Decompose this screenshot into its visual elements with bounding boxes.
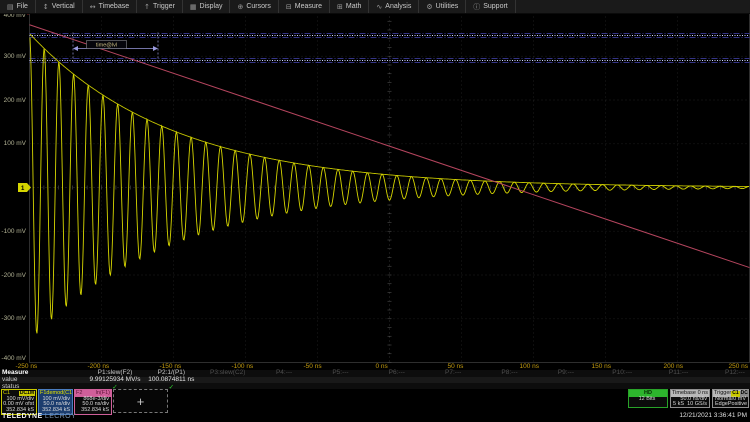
menu-label: Analysis	[385, 3, 411, 10]
menu-label: Utilities	[436, 3, 459, 10]
ylabel--300mv: -300 mV	[0, 315, 26, 322]
ylabel--100mv: -100 mV	[0, 228, 26, 235]
menu-math[interactable]: ⊞Math	[330, 0, 369, 13]
waveform-display: time@lvl1	[0, 0, 750, 422]
menu-label: Vertical	[52, 3, 75, 10]
xlabel-150ns: 150 ns	[592, 363, 612, 370]
channel-c1-descriptor[interactable]: C1 DC1M 100 mV/div 0.00 mV ofst 352.834 …	[1, 389, 37, 415]
menu-bar: ▤File↕Vertical↔Timebase↑Trigger▦Display⊕…	[0, 0, 750, 14]
hd-bits: 12 Bits	[629, 397, 667, 403]
menu-analysis[interactable]: ∿Analysis	[369, 0, 419, 13]
f2-label: F2	[76, 390, 82, 397]
menu-label: Math	[346, 3, 362, 10]
xlabel--50ns: -50 ns	[304, 363, 322, 370]
menu-label: Display	[200, 3, 223, 10]
xlabel-0ns: 0 ns	[376, 363, 388, 370]
add-trace-button[interactable]: +	[113, 389, 168, 413]
measure-arrowhead-right	[153, 46, 158, 51]
menu-display[interactable]: ▦Display	[183, 0, 231, 13]
datetime-display: 12/21/2021 3:36:41 PM	[679, 412, 747, 419]
measure-annotation-label: time@lvl	[96, 43, 117, 49]
menu-label: Support	[483, 3, 508, 10]
utilities-icon: ⚙	[426, 3, 432, 11]
measure-icon: ⊟	[286, 3, 292, 11]
menu-cursors[interactable]: ⊕Cursors	[230, 0, 278, 13]
oscilloscope-screen: { "menu": { "items": [ {"icon": "file-ic…	[0, 0, 750, 422]
math-f1-descriptor[interactable]: F1 demod(C1) 100 mV/div 50.0 ns/div 352.…	[38, 389, 73, 415]
menu-label: Timebase	[99, 3, 129, 10]
vertical-icon: ↕	[43, 3, 49, 11]
menu-vertical[interactable]: ↕Vertical	[36, 0, 83, 13]
cursors-icon: ⊕	[237, 3, 243, 11]
math-icon: ⊞	[337, 3, 343, 11]
teledyne-lecroy-logo: TELEDYNE LECROY	[2, 413, 76, 420]
menu-label: Trigger	[153, 3, 175, 10]
plus-icon: +	[137, 394, 145, 409]
display-icon: ▦	[190, 3, 197, 11]
timebase-icon: ↔	[90, 3, 96, 11]
hd-mode-descriptor[interactable]: HD 12 Bits	[628, 389, 668, 408]
analysis-icon: ∿	[376, 3, 382, 11]
timebase-samples: 5 kS	[673, 402, 684, 408]
menu-label: Cursors	[246, 3, 271, 10]
c1-zero-marker	[18, 183, 31, 192]
ylabel-200mv: 200 mV	[0, 97, 26, 104]
menu-support[interactable]: ⓘSupport	[466, 0, 516, 13]
trigger-descriptor[interactable]: Trigger C1DC Normal 0 mV Edge Positive	[712, 389, 749, 408]
ylabel--200mv: -200 mV	[0, 272, 26, 279]
trigger-icon: ↑	[144, 3, 150, 11]
xlabel-100ns: 100 ns	[520, 363, 540, 370]
support-icon: ⓘ	[473, 2, 480, 12]
menu-measure[interactable]: ⊟Measure	[279, 0, 330, 13]
trigger-slope: Positive	[728, 402, 747, 408]
timebase-descriptor[interactable]: Timebase 0 ns 50.0 ns/div 5 kS 10 GS/s	[670, 389, 710, 408]
menu-timebase[interactable]: ↔Timebase	[83, 0, 137, 13]
menu-utilities[interactable]: ⚙ Utilities	[419, 0, 466, 13]
timebase-rate: 10 GS/s	[687, 402, 707, 408]
math-f2-descriptor[interactable]: F2 ln(F1) 868e-3/div 50.0 ns/div 352.834…	[74, 389, 112, 415]
menu-trigger[interactable]: ↑Trigger	[137, 0, 183, 13]
f2-samples: 352.834 kS	[75, 408, 111, 414]
ylabel-300mv: 300 mV	[0, 53, 26, 60]
measure-arrowhead-left	[73, 46, 78, 51]
menu-label: Measure	[295, 3, 322, 10]
menu-file[interactable]: ▤File	[0, 0, 36, 13]
ylabel-100mv: 100 mV	[0, 140, 26, 147]
ylabel--400mv: -400 mV	[0, 355, 26, 362]
measure-param-12-header[interactable]: P12:---	[695, 370, 750, 377]
file-icon: ▤	[7, 3, 14, 11]
trigger-type: Edge	[715, 402, 728, 408]
menu-label: File	[17, 3, 28, 10]
